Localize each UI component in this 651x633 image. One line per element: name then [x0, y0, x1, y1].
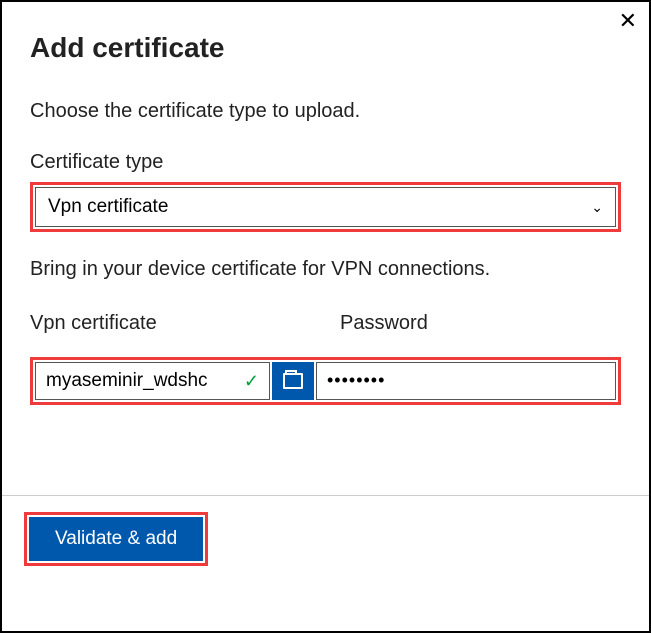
password-input[interactable]	[327, 370, 605, 391]
password-label: Password	[340, 312, 621, 335]
dialog-title: Add certificate	[30, 32, 621, 64]
certificate-type-value: Vpn certificate	[48, 196, 168, 218]
certificate-description: Bring in your device certificate for VPN…	[30, 254, 621, 284]
browse-button[interactable]	[272, 362, 314, 400]
check-icon: ✓	[244, 371, 259, 392]
validate-add-button[interactable]: Validate & add	[29, 517, 203, 561]
file-input[interactable]: myaseminir_wdshc ✓	[35, 362, 270, 400]
vpn-certificate-label: Vpn certificate	[30, 312, 320, 335]
certificate-type-highlight: Vpn certificate ⌄	[30, 182, 621, 232]
dialog-content: Add certificate Choose the certificate t…	[2, 2, 649, 425]
validate-button-highlight: Validate & add	[24, 512, 208, 566]
certificate-type-label: Certificate type	[30, 151, 621, 174]
password-input-wrapper	[316, 362, 616, 400]
close-button[interactable]: ✕	[619, 10, 637, 32]
field-labels-row: Vpn certificate Password	[30, 312, 621, 343]
certificate-type-select[interactable]: Vpn certificate ⌄	[35, 187, 616, 227]
fields-highlight: myaseminir_wdshc ✓	[30, 357, 621, 405]
folder-icon	[283, 373, 303, 389]
file-input-value: myaseminir_wdshc	[46, 370, 208, 392]
instruction-text: Choose the certificate type to upload.	[30, 100, 621, 123]
dialog-footer: Validate & add	[2, 496, 649, 582]
chevron-down-icon: ⌄	[591, 199, 603, 216]
